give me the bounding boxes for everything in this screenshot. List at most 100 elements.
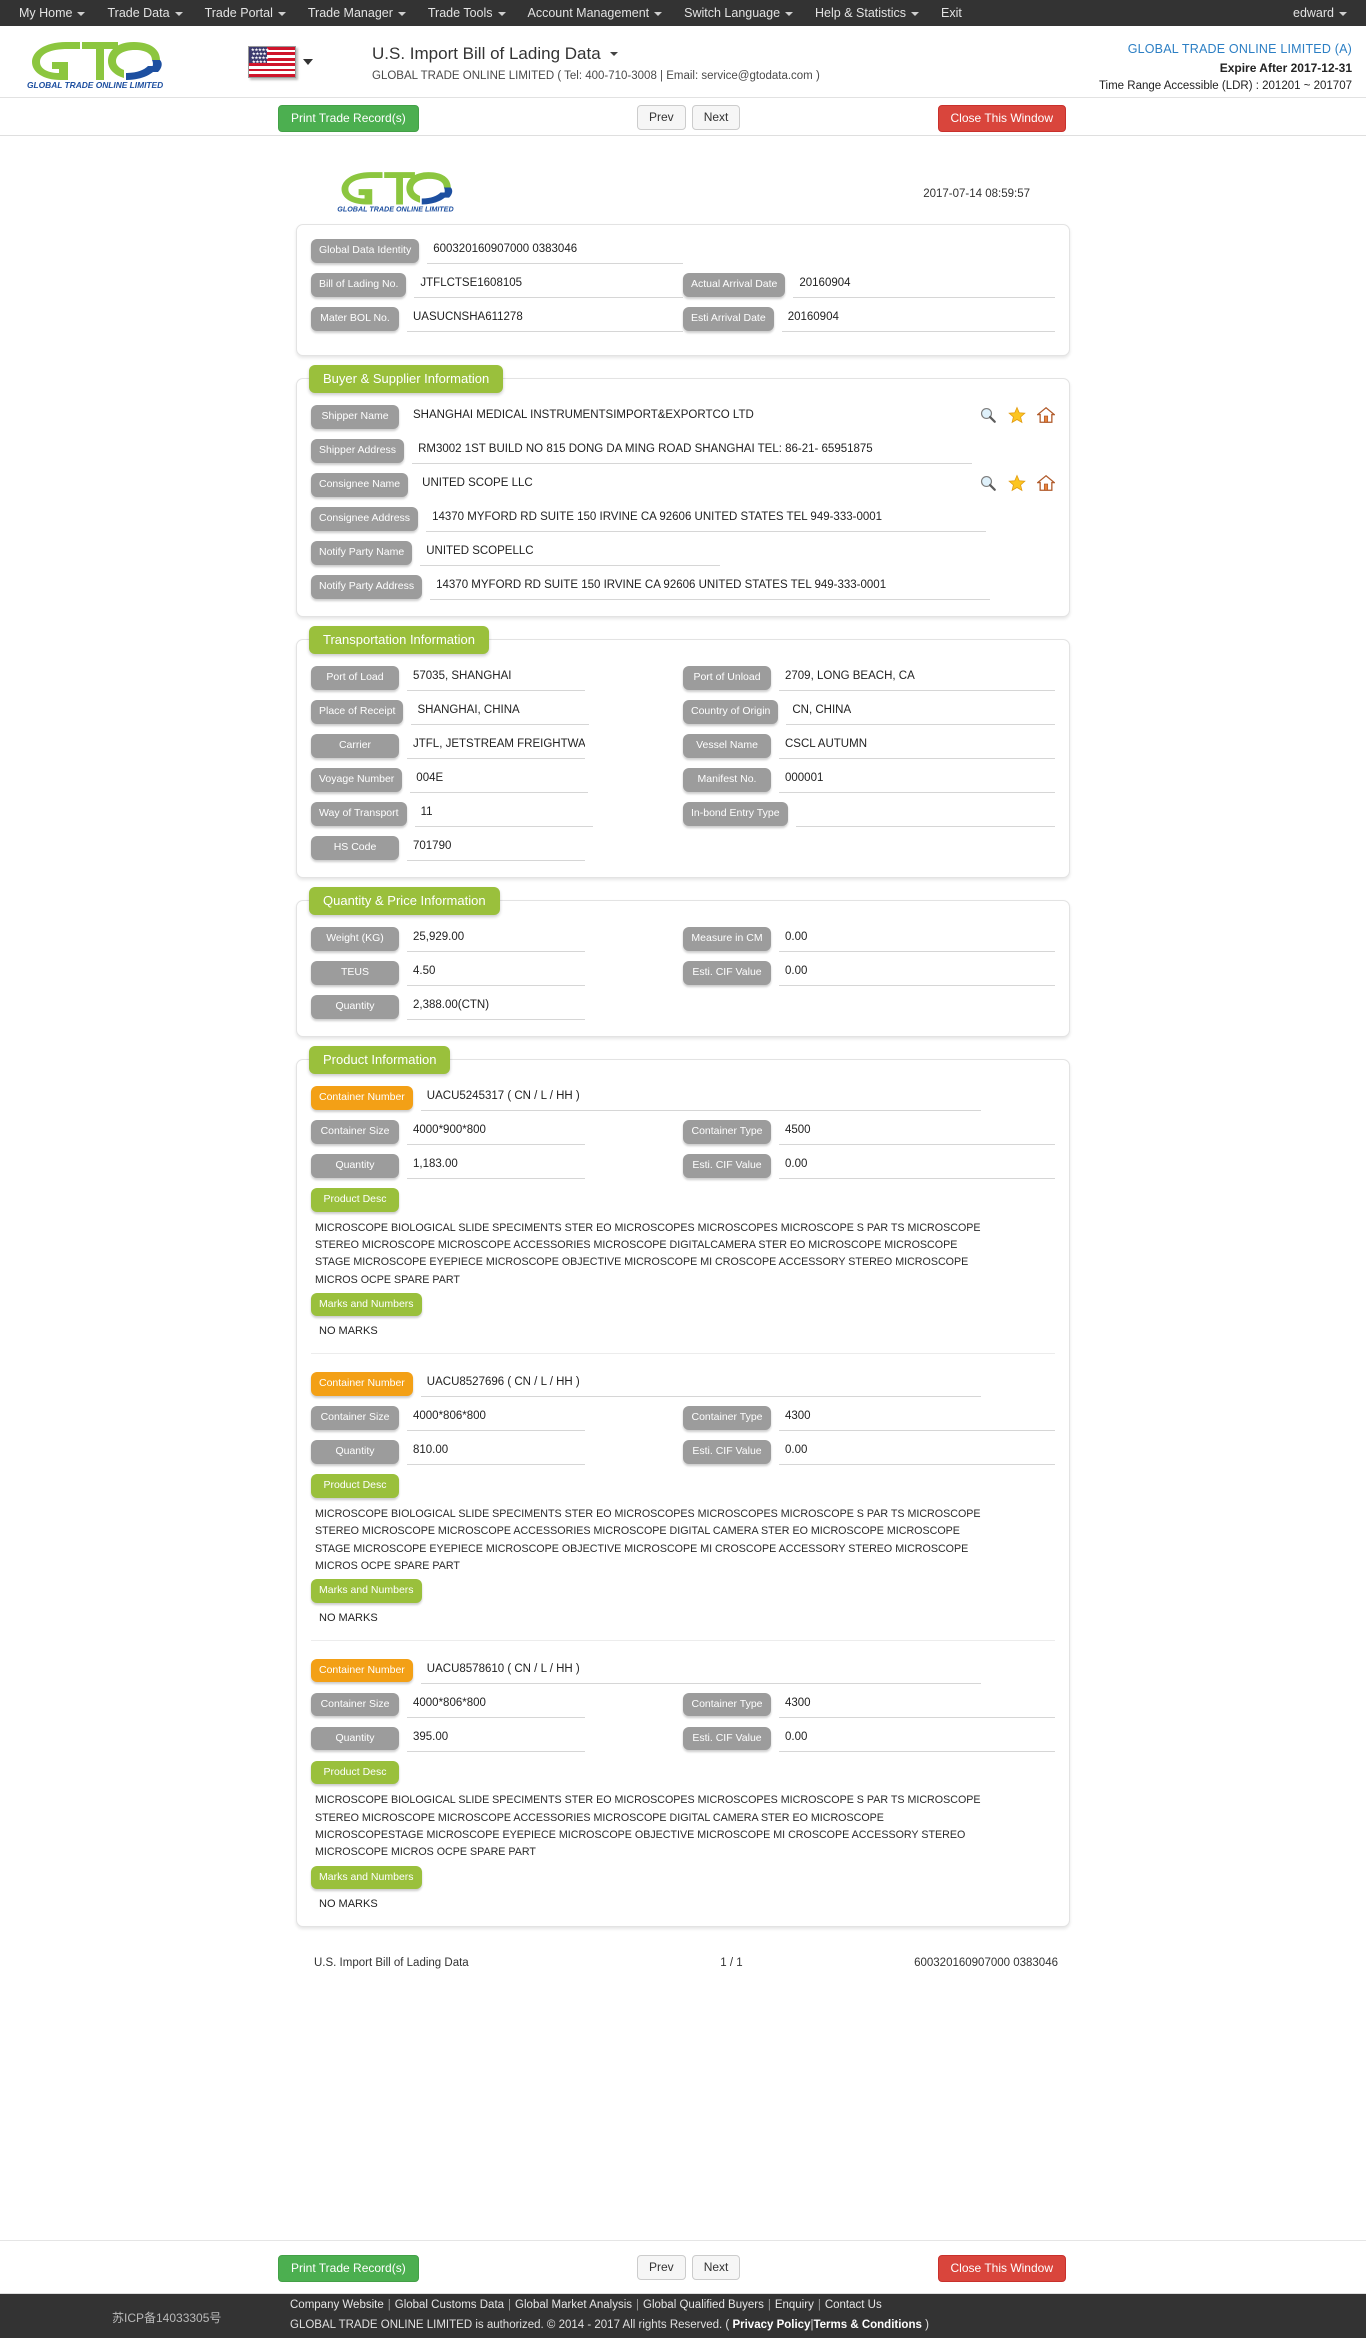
nav-item-account-management[interactable]: Account Management [517,0,674,26]
field-value[interactable]: 57035, SHANGHAI [407,667,585,691]
field-value[interactable]: 600320160907000 0383046 [427,240,683,264]
field-label: Container Size [311,1120,399,1144]
field-row-product-desc-label: Product Desc [311,1474,1055,1498]
field-value[interactable]: SHANGHAI MEDICAL INSTRUMENTSIMPORT&EXPOR… [407,406,971,430]
field-value[interactable]: RM3002 1ST BUILD NO 815 DONG DA MING ROA… [412,440,973,464]
next-button-bottom[interactable]: Next [691,2255,741,2281]
field-container-type: Container Type 4300 [683,1406,1055,1432]
chevron-down-icon [911,11,920,16]
field-value[interactable]: 0.00 [779,1155,1055,1179]
field-value[interactable]: UNITED SCOPE LLC [416,474,971,498]
field-value[interactable]: UACU5245317 ( CN / L / HH ) [420,1087,981,1111]
field-value[interactable]: 0.00 [779,1728,1055,1752]
field-value[interactable]: 2709, LONG BEACH, CA [779,667,1055,691]
field-value[interactable]: 25,929.00 [407,928,585,952]
marks-and-numbers-value: NO MARKS [319,1325,378,1338]
field-value[interactable]: 4000*806*800 [407,1407,585,1432]
field-value[interactable]: UASUCNSHA611278 [407,308,683,332]
account-name[interactable]: GLOBAL TRADE ONLINE LIMITED (A) [1099,42,1352,56]
field-value[interactable]: 810.00 [407,1441,585,1466]
nav-item-exit[interactable]: Exit [930,0,973,26]
field-value[interactable]: 004E [410,769,589,793]
print-trade-records-button[interactable]: Print Trade Record(s) [278,105,419,133]
field-value[interactable]: 4.50 [407,962,585,986]
field-value[interactable]: 2,388.00(CTN) [407,996,585,1020]
gto-logo-icon: GLOBAL TRADE ONLINE LIMITED [27,42,163,90]
field-value[interactable]: 0.00 [779,962,1055,986]
field-value[interactable]: CN, CHINA [786,701,1055,725]
field-label: Notify Party Address [311,575,423,599]
print-trade-records-button-bottom[interactable]: Print Trade Record(s) [278,2255,419,2283]
field-label: Country of Origin [683,700,779,724]
nav-item-help-statistics[interactable]: Help & Statistics [804,0,930,26]
nav-item-trade-tools[interactable]: Trade Tools [417,0,517,26]
copyright-text: GLOBAL TRADE ONLINE LIMITED is authorize… [290,2319,730,2331]
field-value[interactable]: UNITED SCOPELLC [420,542,721,566]
page-title[interactable]: U.S. Import Bill of Lading Data [372,44,820,64]
footer-link-terms-conditions[interactable]: Terms & Conditions [813,2319,921,2331]
field-row-transport-inbond: Way of Transport 11 In-bond Entry Type [311,802,1055,827]
nav-item-user-menu[interactable]: edward [1282,0,1358,26]
field-value[interactable]: 701790 [407,837,585,861]
product-desc-label: Product Desc [311,1760,399,1785]
footer-link-enquiry[interactable]: Enquiry [775,2299,814,2311]
field-value[interactable] [795,803,1055,827]
footer-link-company-website[interactable]: Company Website [290,2299,384,2311]
footer-link-privacy-policy[interactable]: Privacy Policy [732,2319,810,2331]
next-button[interactable]: Next [691,105,741,131]
field-value[interactable]: 11 [414,803,593,827]
field-value[interactable]: 000001 [779,769,1055,793]
field-value[interactable]: CSCL AUTUMN [779,735,1055,759]
document-footer-identity: 600320160907000 0383046 [914,1957,1058,1970]
footer-link-contact-us[interactable]: Contact Us [825,2299,882,2311]
close-window-button[interactable]: Close This Window [937,105,1066,133]
field-value[interactable]: UACU8527696 ( CN / L / HH ) [420,1373,981,1398]
link-separator: | [636,2299,640,2311]
field-value[interactable]: 4000*900*800 [407,1121,585,1145]
home-icon[interactable] [1037,406,1055,424]
field-value[interactable]: 14370 MYFORD RD SUITE 150 IRVINE CA 9260… [426,508,987,532]
field-row-consignee-name: Consignee Name UNITED SCOPE LLC [311,473,1055,498]
star-icon[interactable] [1008,406,1026,424]
field-value[interactable]: 14370 MYFORD RD SUITE 150 IRVINE CA 9260… [430,576,991,600]
nav-item-trade-data[interactable]: Trade Data [96,0,193,26]
prev-button[interactable]: Prev [637,105,686,131]
field-value[interactable]: 1,183.00 [407,1155,585,1179]
magnifier-icon[interactable] [979,406,997,424]
footer-link-global-qualified-buyers[interactable]: Global Qualified Buyers [643,2299,764,2311]
magnifier-icon[interactable] [979,474,997,492]
field-value[interactable]: UACU8578610 ( CN / L / HH ) [420,1660,981,1684]
field-value[interactable]: JTFLCTSE1608105 [414,274,683,298]
document-logo: GLOBAL TRADE ONLINE LIMITED [333,166,461,214]
page-footer: 苏ICP备14033305号 Company Website | Global Cu… [0,2294,1366,2338]
footer-link-global-market-analysis[interactable]: Global Market Analysis [515,2299,632,2311]
star-icon[interactable] [1008,474,1026,492]
field-value[interactable]: 20160904 [781,308,1055,332]
field-value[interactable]: 0.00 [779,1441,1055,1466]
link-separator: | [767,2299,771,2311]
link-separator: | [387,2299,391,2311]
brand-logo[interactable]: GLOBAL TRADE ONLINE LIMITED [22,36,172,90]
nav-item-switch-language[interactable]: Switch Language [673,0,804,26]
field-value[interactable]: 20160904 [793,274,1055,298]
field-container-type: Container Type 4300 [683,1692,1055,1718]
field-value[interactable]: 4300 [779,1694,1055,1718]
field-value[interactable]: 0.00 [779,928,1055,952]
nav-item-my-home[interactable]: My Home [8,0,96,26]
field-value[interactable]: SHANGHAI, CHINA [411,701,590,725]
field-label: Container Type [683,1692,771,1717]
home-icon[interactable] [1037,474,1055,492]
field-value[interactable]: 4300 [779,1407,1055,1432]
prev-button-bottom[interactable]: Prev [637,2255,686,2281]
nav-item-trade-portal[interactable]: Trade Portal [194,0,297,26]
field-value[interactable]: 395.00 [407,1728,585,1752]
field-value[interactable]: JTFL, JETSTREAM FREIGHTWAYS LIMITED [407,735,585,759]
field-row-container-size-type: Container Size 4000*806*800 Container Ty… [311,1692,1055,1718]
nav-item-trade-manager[interactable]: Trade Manager [297,0,417,26]
field-value[interactable]: 4500 [779,1121,1055,1145]
field-value[interactable]: 4000*806*800 [407,1694,585,1718]
footer-link-global-customs-data[interactable]: Global Customs Data [395,2299,504,2311]
country-flag-selector[interactable]: ★★★★★ ★★★★ ★★★★★ ★★★★ [248,46,313,78]
field-row-quantity-cif: Quantity 395.00 Esti. CIF Value 0.00 [311,1726,1055,1752]
close-window-button-bottom[interactable]: Close This Window [937,2255,1066,2283]
